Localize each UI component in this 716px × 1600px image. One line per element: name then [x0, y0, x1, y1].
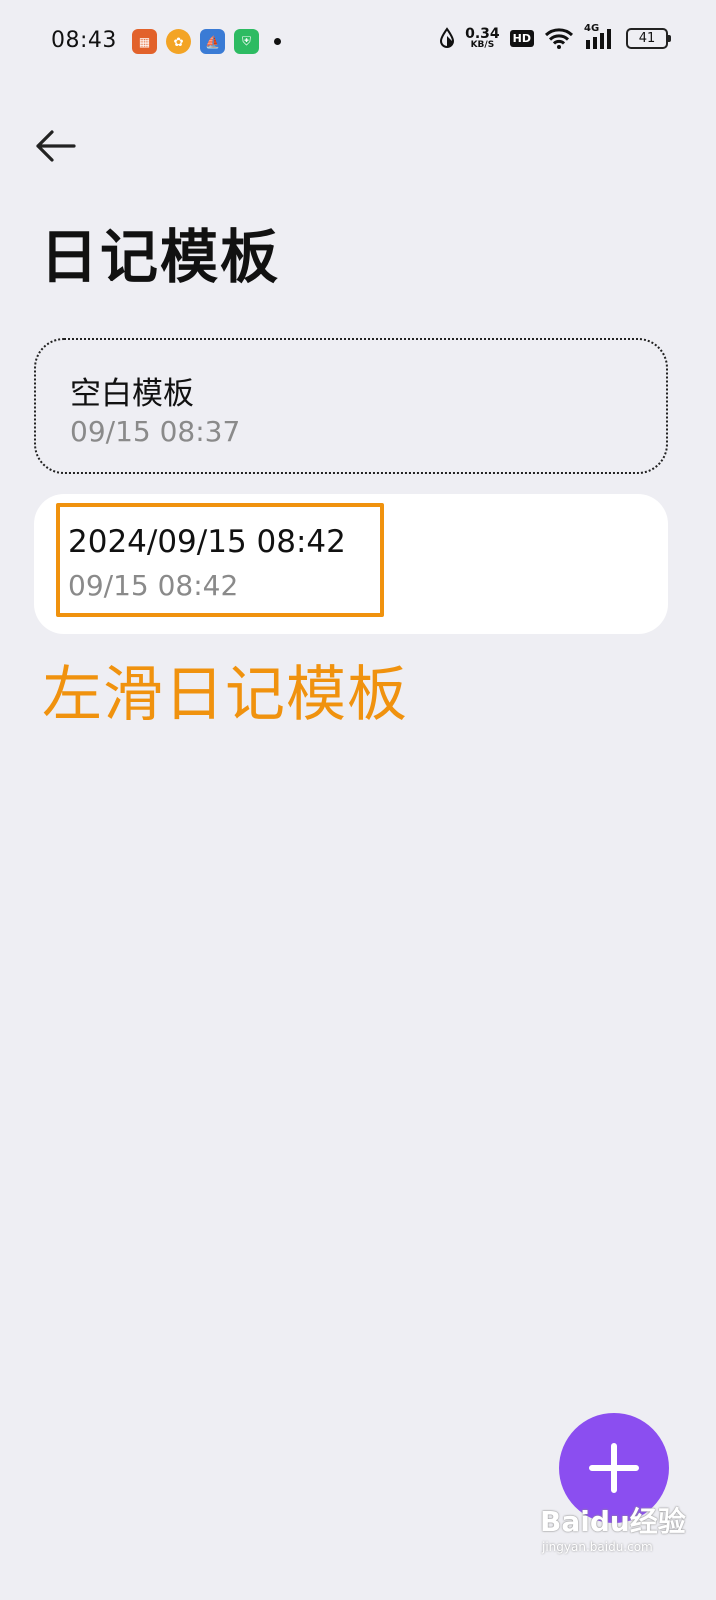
hd-badge: HD	[509, 29, 534, 47]
app-notification-icon: ⛵	[200, 29, 225, 54]
page-title: 日记模板	[40, 223, 281, 291]
watermark-logo-text: Baidu经验	[540, 1505, 686, 1538]
highlight-box	[56, 503, 384, 617]
plus-icon	[589, 1443, 639, 1493]
back-button[interactable]	[30, 124, 82, 168]
status-bar: 08:43 ▦ ✿ ⛵ ⛨ 0.34 KB/S HD 4G 41	[0, 0, 716, 84]
baidu-watermark: Baidu经验 jingyan.baidu.com	[540, 1500, 710, 1568]
template-title: 空白模板	[70, 376, 194, 412]
wifi-icon	[544, 28, 574, 49]
watermark-url: jingyan.baidu.com	[542, 1540, 653, 1554]
status-time: 08:43	[51, 28, 117, 53]
shield-app-icon: ⛨	[234, 29, 259, 54]
network-speed-unit: KB/S	[470, 39, 495, 50]
arrow-left-icon	[36, 130, 76, 162]
cellular-signal: 4G	[584, 23, 616, 50]
status-indicators: 0.34 KB/S HD 4G 41	[439, 23, 671, 50]
network-speed: 0.34 KB/S	[465, 27, 500, 50]
notification-icons: ▦ ✿ ⛵ ⛨	[132, 29, 281, 54]
template-date: 09/15 08:37	[70, 415, 241, 448]
template-card-blank[interactable]: 空白模板 09/15 08:37	[34, 338, 668, 474]
network-speed-value: 0.34	[465, 25, 500, 42]
more-notifications-dot	[274, 38, 281, 45]
app-notification-icon: ✿	[166, 29, 191, 54]
swipe-annotation: 左滑日记模板	[42, 660, 408, 730]
data-saver-icon	[440, 27, 455, 48]
signal-bars-icon	[586, 29, 611, 49]
battery-indicator: 41	[626, 27, 671, 49]
app-notification-icon: ▦	[132, 29, 157, 54]
battery-level: 41	[638, 30, 656, 46]
